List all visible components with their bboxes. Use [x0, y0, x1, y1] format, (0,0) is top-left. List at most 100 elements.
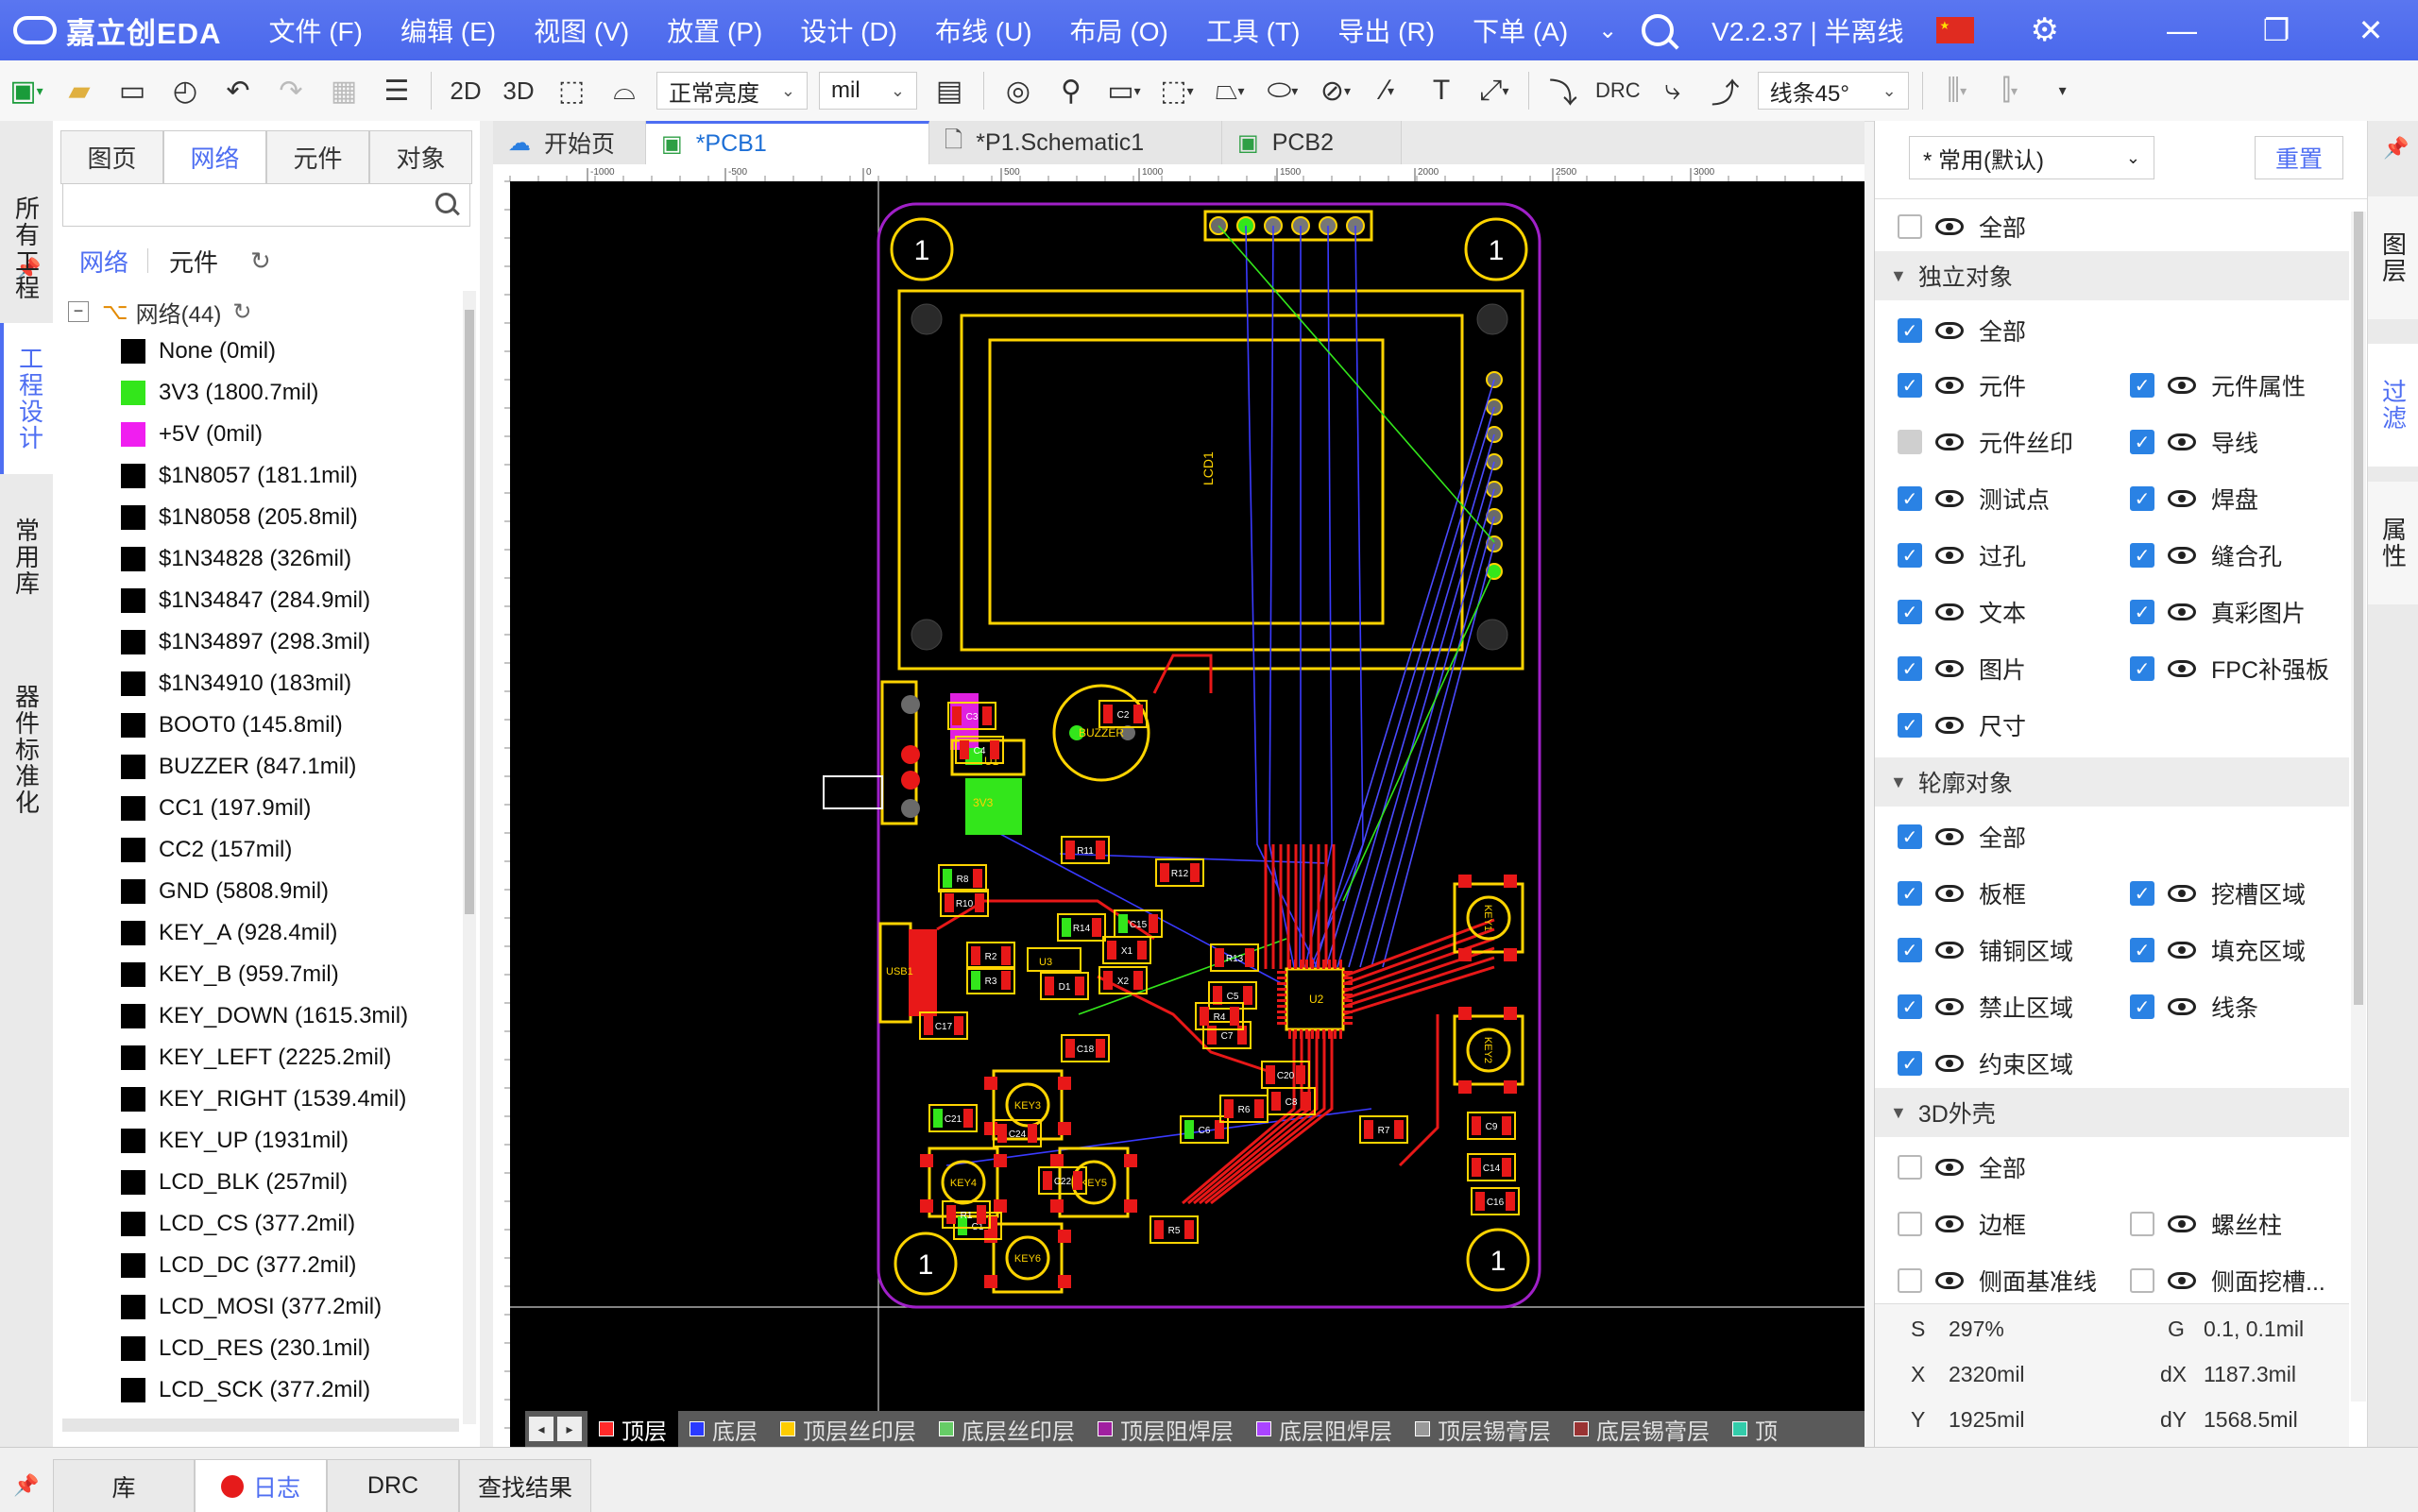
- net-color-swatch[interactable]: [121, 630, 145, 654]
- smd-part[interactable]: C22: [1038, 1166, 1087, 1195]
- filter-row[interactable]: 侧面挖槽...: [2130, 1264, 2325, 1298]
- filter-row[interactable]: ✓ 真彩图片: [2130, 595, 2306, 629]
- menu-item[interactable]: 布线 (U): [916, 11, 1051, 49]
- subtab-component[interactable]: 元件: [169, 244, 237, 279]
- net-list-item[interactable]: CC2 (157mil): [121, 829, 499, 871]
- eye-visibility-icon[interactable]: [2168, 942, 2196, 959]
- left-rail-tab[interactable]: 器件标准化: [0, 655, 53, 844]
- smd-part[interactable]: R8: [938, 864, 987, 892]
- undo-icon[interactable]: ↶: [217, 70, 259, 111]
- refresh-icon[interactable]: ↻: [250, 246, 271, 276]
- net-color-swatch[interactable]: [121, 1212, 145, 1236]
- menu-item[interactable]: 布局 (O): [1051, 11, 1187, 49]
- eye-visibility-icon[interactable]: [1935, 942, 1964, 959]
- filter-checkbox[interactable]: [1898, 1268, 1922, 1293]
- document-tab[interactable]: ☁ 开始页: [493, 121, 646, 164]
- menu-item[interactable]: 设计 (D): [781, 11, 916, 49]
- find-list-icon[interactable]: ☰: [376, 70, 417, 111]
- menu-item[interactable]: 编辑 (E): [382, 11, 515, 49]
- filter-checkbox[interactable]: ✓: [1898, 994, 1922, 1019]
- restore-window-icon[interactable]: ❐: [2229, 12, 2324, 48]
- layer-tab[interactable]: 底层锡膏层: [1562, 1411, 1721, 1447]
- net-list-item[interactable]: None (0mil): [121, 331, 499, 372]
- filter-checkbox[interactable]: ✓: [1898, 543, 1922, 568]
- net-color-swatch[interactable]: [121, 339, 145, 364]
- filter-row[interactable]: ✓ 板框: [1898, 876, 2026, 910]
- smd-part[interactable]: C14: [1467, 1153, 1516, 1181]
- layer-tab[interactable]: 顶层锡膏层: [1404, 1411, 1562, 1447]
- eye-visibility-icon[interactable]: [1935, 377, 1964, 394]
- net-list-item[interactable]: $1N34897 (298.3mil): [121, 621, 499, 663]
- smd-part[interactable]: C2: [1098, 700, 1148, 728]
- net-color-swatch[interactable]: [121, 1045, 145, 1070]
- settings-gear-icon[interactable]: ⚙: [2031, 11, 2059, 49]
- filter-checkbox[interactable]: ✓: [2130, 600, 2154, 624]
- layer-tab[interactable]: 顶层丝印层: [769, 1411, 928, 1447]
- smd-part[interactable]: R12: [1155, 858, 1204, 887]
- lcd-pin-header[interactable]: [1486, 371, 1503, 580]
- bottom-tab[interactable]: DRC: [327, 1459, 459, 1512]
- left-panel-tab[interactable]: 图页: [60, 130, 163, 183]
- filter-row[interactable]: ✓ 过孔: [1898, 538, 2026, 572]
- pad-icon[interactable]: ⚲: [1050, 70, 1092, 111]
- key-switch[interactable]: KEY1: [1453, 875, 1524, 961]
- filter-checkbox[interactable]: ✓: [1898, 938, 1922, 962]
- net-list-item[interactable]: LCD_RES (230.1mil): [121, 1328, 499, 1369]
- save-version-icon[interactable]: ◴: [164, 70, 206, 111]
- smd-part[interactable]: R11: [1061, 836, 1110, 864]
- layer-tab[interactable]: 顶层阻焊层: [1086, 1411, 1245, 1447]
- layer-tab[interactable]: 底层: [678, 1411, 769, 1447]
- subtab-net[interactable]: 网络: [79, 244, 147, 279]
- net-color-swatch[interactable]: [121, 1295, 145, 1319]
- mcu-u2[interactable]: U2: [1277, 960, 1353, 1039]
- menu-item[interactable]: 视图 (V): [515, 11, 648, 49]
- filter-checkbox[interactable]: ✓: [2130, 881, 2154, 906]
- filter-row[interactable]: ✓ 导线: [2130, 425, 2258, 459]
- filter-row[interactable]: ✓ 元件属性: [2130, 368, 2306, 402]
- right-rail-tab[interactable]: 过滤: [2368, 344, 2418, 467]
- smd-part[interactable]: R13: [1210, 943, 1259, 972]
- smd-part[interactable]: R2: [966, 942, 1015, 970]
- filter-row[interactable]: ✓ 铺铜区域: [1898, 933, 2073, 967]
- menu-item[interactable]: 放置 (P): [648, 11, 781, 49]
- eye-visibility-icon[interactable]: [1935, 1159, 1964, 1176]
- filter-row[interactable]: ✓ 缝合孔: [2130, 538, 2282, 572]
- filter-section-header[interactable]: ▼ 轮廓对象: [1875, 757, 2349, 807]
- top-header[interactable]: [1203, 210, 1373, 242]
- collapse-triangle-icon[interactable]: ▼: [1890, 1103, 1907, 1123]
- save-icon[interactable]: ▭: [111, 70, 153, 111]
- smd-part[interactable]: X1: [1102, 936, 1151, 964]
- horizontal-scrollbar[interactable]: [62, 1419, 459, 1432]
- filter-checkbox[interactable]: ✓: [2130, 656, 2154, 681]
- menu-item[interactable]: 工具 (T): [1187, 11, 1320, 49]
- filter-row[interactable]: ✓ 测试点: [1898, 482, 2050, 516]
- layer-tab[interactable]: 顶层: [587, 1411, 678, 1447]
- net-list-item[interactable]: KEY_B (959.7mil): [121, 954, 499, 995]
- unit-select[interactable]: mil ⌄: [819, 72, 917, 110]
- menu-item[interactable]: 导出 (R): [1319, 11, 1454, 49]
- eye-visibility-icon[interactable]: [1935, 490, 1964, 507]
- filter-checkbox[interactable]: [1898, 1155, 1922, 1180]
- language-flag-icon[interactable]: [1935, 17, 1974, 43]
- new-project-icon[interactable]: ▣ ▾: [6, 70, 47, 111]
- filter-checkbox[interactable]: ✓: [1898, 713, 1922, 738]
- filter-row[interactable]: ✓ 线条: [2130, 990, 2258, 1024]
- filter-checkbox[interactable]: ✓: [2130, 543, 2154, 568]
- filter-row[interactable]: ✓ 焊盘: [2130, 482, 2258, 516]
- smd-part[interactable]: D1: [1040, 972, 1089, 1000]
- eye-visibility-icon[interactable]: [1935, 603, 1964, 620]
- smd-part[interactable]: C18: [1061, 1034, 1110, 1062]
- dashed-region-icon[interactable]: ⬚ ▾: [1156, 70, 1198, 111]
- eye-visibility-icon[interactable]: [1935, 660, 1964, 677]
- global-search-icon[interactable]: [1642, 14, 1675, 46]
- eye-visibility-icon[interactable]: [2168, 377, 2196, 394]
- eye-visibility-icon[interactable]: [2168, 603, 2196, 620]
- toolbar-more-icon[interactable]: ▾: [2042, 70, 2084, 111]
- open-folder-icon[interactable]: ▰: [59, 70, 100, 111]
- net-list-item[interactable]: KEY_UP (1931mil): [121, 1120, 499, 1162]
- minimize-window-icon[interactable]: —: [2135, 13, 2229, 48]
- net-color-swatch[interactable]: [121, 879, 145, 904]
- filter-row[interactable]: ✓ 挖槽区域: [2130, 876, 2306, 910]
- filter-checkbox[interactable]: [2130, 1268, 2154, 1293]
- net-color-swatch[interactable]: [121, 1170, 145, 1195]
